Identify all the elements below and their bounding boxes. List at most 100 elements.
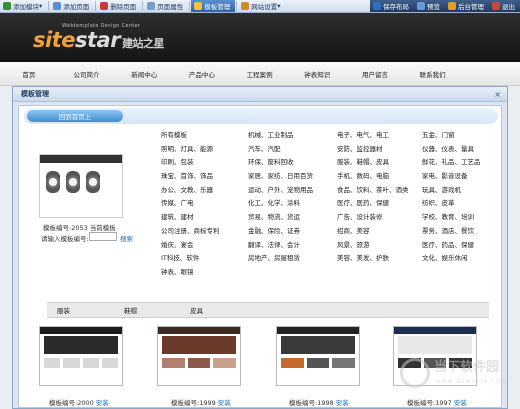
category-link[interactable]: 纺织、皮革 [422, 199, 501, 208]
nav-item-cases[interactable]: 工程案例 [231, 69, 289, 79]
nav-item-guestbook[interactable]: 用户留言 [346, 69, 404, 79]
category-link[interactable]: 环保、废料回收 [248, 158, 337, 167]
nav-item-knowledge[interactable]: 钟表知识 [288, 69, 346, 79]
category-link[interactable]: 玩具、游戏机 [422, 186, 501, 195]
admin-button[interactable]: 后台管理 [445, 0, 489, 12]
category-link[interactable]: 家居、家纺、日用百货 [248, 172, 337, 181]
current-template-preview [39, 154, 123, 218]
add-page-icon [53, 2, 62, 10]
delete-page-button[interactable]: 删除页面 [97, 0, 141, 12]
category-link[interactable]: 汽车、汽配 [248, 145, 337, 154]
main-nav: 首页 公司简介 新闻中心 产品中心 工程案例 钟表知识 用户留言 联系我们 [0, 62, 520, 86]
search-button[interactable]: 搜索 [120, 233, 133, 243]
exit-icon [492, 2, 500, 10]
template-manage-button[interactable]: 模板管理 [191, 0, 236, 12]
nav-item-home[interactable]: 首页 [0, 69, 58, 79]
category-link [337, 268, 422, 277]
category-grid: 所有模板 机械、工业制品 电子、电气、电工 五金、门窗照明、灯具、能源 汽车、汽配 安防、… [161, 131, 501, 277]
exit-button[interactable]: 退出 [489, 0, 520, 12]
category-link[interactable]: 票务、酒店、餐饮 [422, 227, 501, 236]
category-link[interactable]: 贸易、物流、货运 [248, 213, 337, 222]
category-link[interactable]: 手机、数码、电脑 [337, 172, 422, 181]
page-properties-button[interactable]: 页面属性 [144, 0, 188, 12]
category-link[interactable]: 化工、化学、涂料 [248, 199, 337, 208]
category-link[interactable]: 医疗、药品、保健 [422, 241, 501, 250]
category-link[interactable]: 广告、设计装修 [337, 213, 422, 222]
template-manage-icon [194, 2, 203, 10]
site-settings-icon [241, 2, 250, 10]
category-link[interactable]: 仪器、仪表、量具 [422, 145, 501, 154]
install-link[interactable]: 安装 [96, 399, 109, 407]
save-icon [373, 2, 381, 10]
back-to-home-button[interactable]: 回到首页上 [27, 110, 123, 122]
category-link[interactable]: IT科技、软件 [161, 254, 248, 263]
category-link[interactable]: 美容、美发、护肤 [337, 254, 422, 263]
watch-image [66, 171, 80, 193]
admin-icon [448, 2, 456, 10]
template-thumb[interactable] [39, 326, 123, 386]
category-link[interactable]: 医疗、医药、保健 [337, 199, 422, 208]
category-link[interactable]: 钟表、眼镜 [161, 268, 248, 277]
category-link[interactable]: 运动、户外、宠物用品 [248, 186, 337, 195]
close-icon[interactable]: × [494, 90, 501, 99]
preview-icon [417, 2, 425, 10]
category-link[interactable]: 珠宝、首饰、饰品 [161, 172, 248, 181]
install-link[interactable]: 安装 [336, 399, 349, 407]
site-header: Webtemplate Design Center sitestar 建站之星 [0, 13, 520, 62]
template-thumb[interactable] [276, 326, 360, 386]
category-link[interactable]: 风景、旅游 [337, 241, 422, 250]
category-link[interactable]: 婚庆、宴会 [161, 241, 248, 250]
tab-shoes-hats[interactable]: 鞋帽 [124, 305, 137, 315]
category-link [422, 268, 501, 277]
category-link[interactable]: 金融、保险、证券 [248, 227, 337, 236]
watermark-logo-icon [400, 358, 430, 388]
category-link[interactable]: 服装、鞋帽、皮具 [337, 158, 422, 167]
add-module-icon [3, 2, 11, 10]
category-link[interactable]: 办公、文教、乐器 [161, 186, 248, 195]
delete-page-icon [100, 2, 109, 10]
tab-clothing[interactable]: 服装 [57, 305, 70, 315]
template-number-label: 请输入模板编号: [41, 235, 89, 243]
watch-image [46, 171, 60, 193]
nav-item-products[interactable]: 产品中心 [173, 69, 231, 79]
category-link[interactable]: 所有模板 [161, 131, 248, 140]
category-link[interactable]: 五金、门窗 [422, 131, 501, 140]
category-link[interactable]: 传媒、广电 [161, 199, 248, 208]
template-number-input[interactable] [89, 232, 117, 241]
nav-item-contact[interactable]: 联系我们 [404, 69, 462, 79]
save-layout-button[interactable]: 保存布局 [370, 0, 414, 12]
category-link[interactable]: 文化、娱乐休闲 [422, 254, 501, 263]
category-tabs: 服装 鞋帽 皮具 [47, 302, 489, 318]
watermark: 当下软件园 www.downxia.com [400, 352, 510, 402]
category-link[interactable]: 食品、饮料、茶叶、酒类 [337, 186, 422, 195]
category-link[interactable]: 机械、工业制品 [248, 131, 337, 140]
category-link[interactable]: 学校、教育、培训 [422, 213, 501, 222]
category-link[interactable]: 安防、监控器材 [337, 145, 422, 154]
add-page-button[interactable]: 添加页面 [50, 0, 94, 12]
dialog-titlebar: 模板管理 × [13, 87, 507, 102]
category-link[interactable]: 建筑、建材 [161, 213, 248, 222]
preview-button[interactable]: 预览 [414, 0, 445, 12]
install-link[interactable]: 安装 [218, 399, 231, 407]
category-link[interactable]: 鲜花、礼品、工艺品 [422, 158, 501, 167]
category-link[interactable]: 公司注册、商标专利 [161, 227, 248, 236]
category-link[interactable]: 房地产、房屋租赁 [248, 254, 337, 263]
tab-leather[interactable]: 皮具 [190, 305, 203, 315]
category-link[interactable]: 家电、影音设备 [422, 172, 501, 181]
top-toolbar: 添加模块 ▾ 添加页面 删除页面 页面属性 模板管理 网站设置 ▾ 保存布局 预览 … [0, 0, 520, 13]
category-link[interactable]: 翻译、法律、会计 [248, 241, 337, 250]
current-template-number: 模板编号:2053 当前模板 [43, 224, 116, 232]
site-settings-button[interactable]: 网站设置 ▾ [238, 0, 285, 12]
template-thumb[interactable] [157, 326, 241, 386]
category-link[interactable]: 印刷、包装 [161, 158, 248, 167]
nav-item-about[interactable]: 公司简介 [58, 69, 116, 79]
category-link [248, 268, 337, 277]
add-module-button[interactable]: 添加模块 ▾ [0, 0, 47, 12]
nav-item-news[interactable]: 新闻中心 [115, 69, 173, 79]
category-link[interactable]: 电子、电气、电工 [337, 131, 422, 140]
dialog-title: 模板管理 [21, 90, 49, 98]
category-link[interactable]: 照明、灯具、能源 [161, 145, 248, 154]
template-caption: 模板编号:1998 安装 [289, 399, 349, 407]
category-link[interactable]: 招商、美容 [337, 227, 422, 236]
watch-image [86, 171, 100, 193]
